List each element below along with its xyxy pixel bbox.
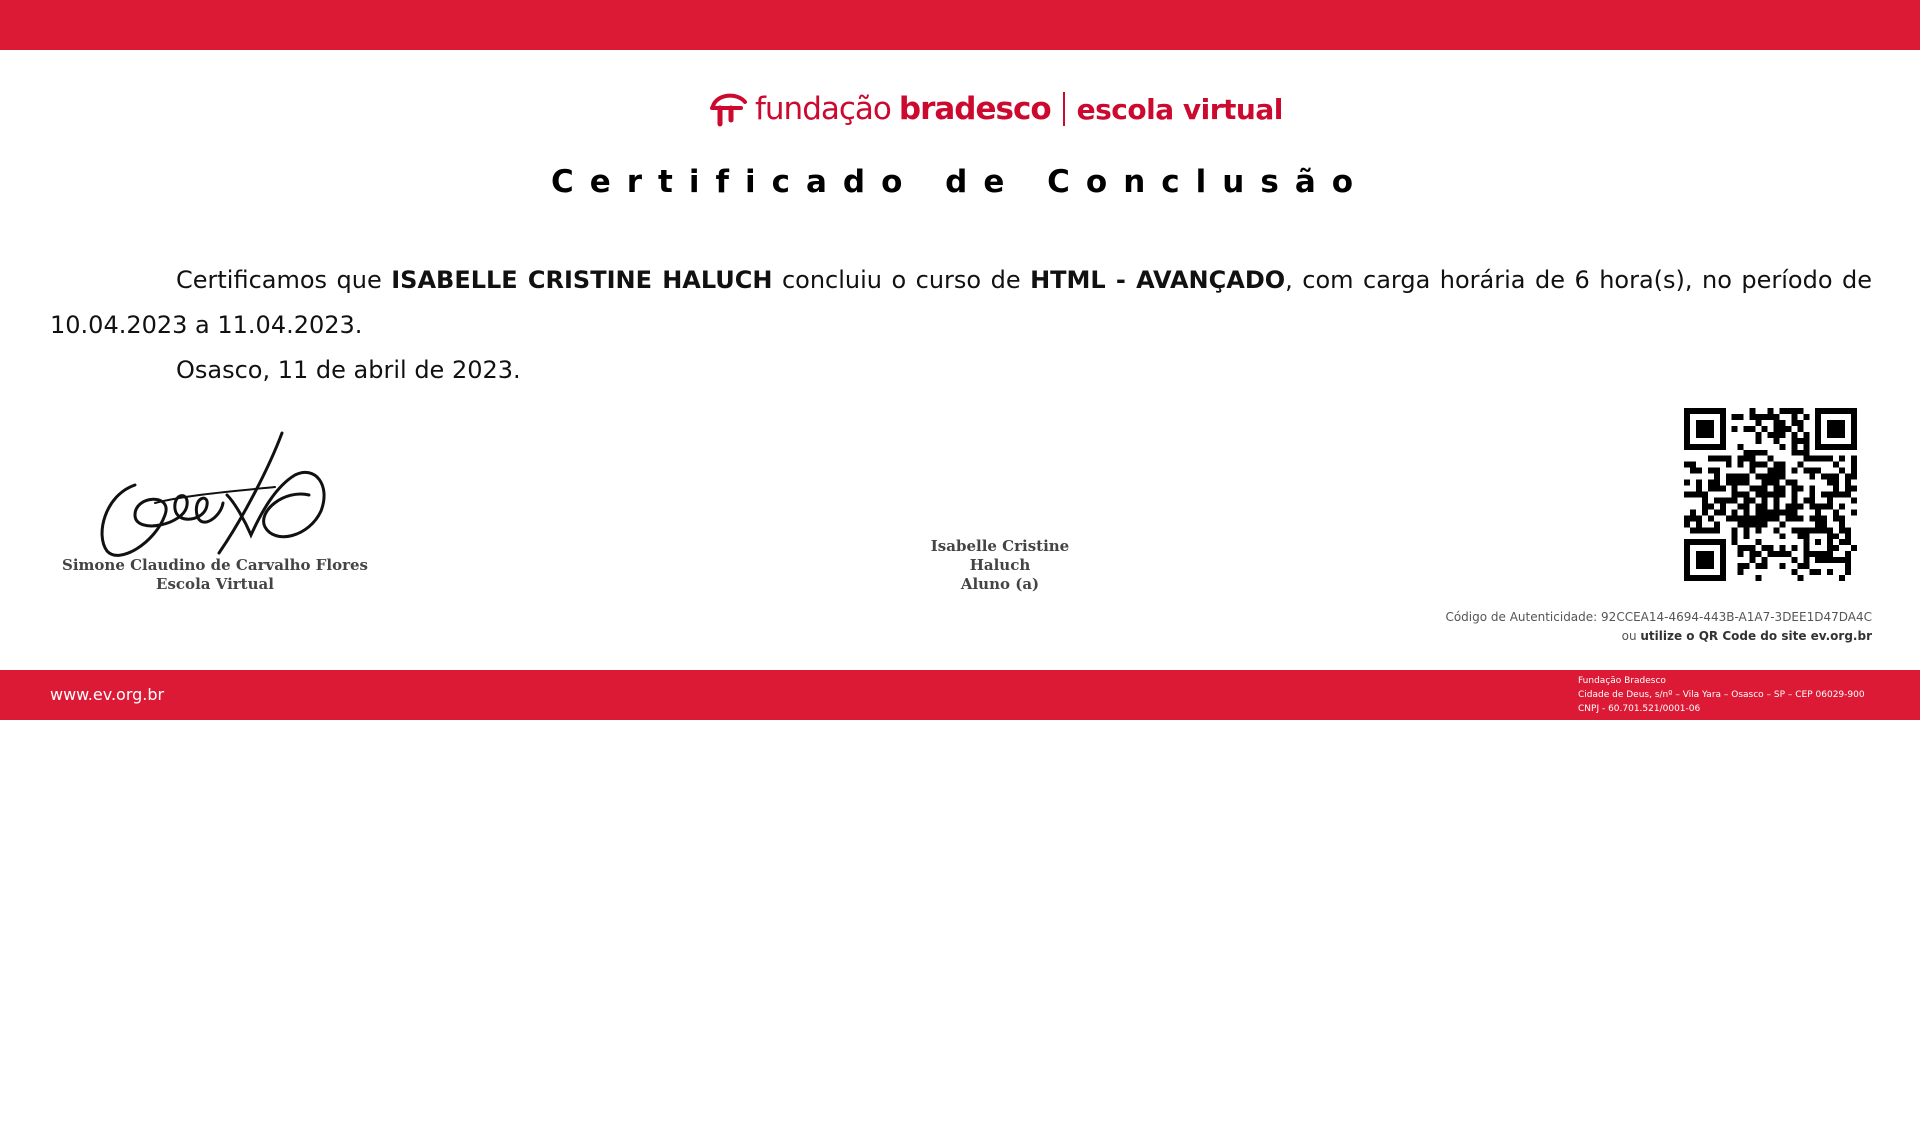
- student-name-line1: Isabelle Cristine: [930, 537, 1070, 555]
- signature-image: [95, 425, 335, 565]
- logo-fundacao: fundação: [755, 91, 892, 127]
- handwritten-signature-icon: [100, 431, 326, 557]
- certificate-body: Certificamos que ISABELLE CRISTINE HALUC…: [50, 258, 1872, 393]
- logo-separator: [1062, 92, 1065, 126]
- auth-hint-text: utilize o QR Code do site ev.org.br: [1640, 629, 1872, 643]
- auth-hint-prefix: ou: [1621, 629, 1641, 643]
- authenticity-hint: ou utilize o QR Code do site ev.org.br: [1445, 627, 1872, 646]
- auth-code: 92CCEA14-4694-443B-A1A7-3DEE1D47DA4C: [1601, 610, 1872, 624]
- signatory: Simone Claudino de Carvalho Flores Escol…: [40, 556, 390, 594]
- student-role: Aluno (a): [960, 575, 1040, 593]
- footer-address: Fundação Bradesco Cidade de Deus, s/nº –…: [1578, 674, 1865, 716]
- logo-escola-virtual: escola virtual: [1076, 92, 1284, 126]
- auth-label: Código de Autenticidade:: [1445, 610, 1598, 624]
- logo-bradesco: bradesco: [898, 91, 1052, 127]
- student-signature: Isabelle Cristine Haluch Aluno (a): [850, 537, 1150, 594]
- authenticity-code: Código de Autenticidade: 92CCEA14-4694-4…: [1445, 608, 1872, 627]
- certificate: fundação bradesco escola virtual Certifi…: [0, 0, 1920, 720]
- certificate-statement: Certificamos que ISABELLE CRISTINE HALUC…: [50, 258, 1872, 348]
- signatory-name: Simone Claudino de Carvalho Flores: [62, 556, 368, 574]
- statement-intro: Certificamos que: [176, 266, 392, 294]
- bradesco-logo-icon: [710, 93, 747, 127]
- qr-code-icon: [1684, 408, 1857, 581]
- course-name: HTML - AVANÇADO: [1030, 266, 1286, 294]
- certificate-title: Certificado de Conclusão: [550, 164, 1370, 200]
- footer-site-link[interactable]: www.ev.org.br: [50, 685, 164, 704]
- student-name: ISABELLE CRISTINE HALUCH: [391, 266, 773, 294]
- statement-mid: concluiu o curso de: [772, 266, 1031, 294]
- student-name-line2: Haluch: [969, 556, 1031, 574]
- footer-cnpj: CNPJ - 60.701.521/0001-06: [1578, 704, 1701, 714]
- logo: fundação bradesco escola virtual: [0, 84, 1920, 134]
- logo-inner: fundação bradesco escola virtual: [707, 84, 1283, 134]
- signatory-role: Escola Virtual: [156, 575, 274, 593]
- footer-street: Cidade de Deus, s/nº – Vila Yara – Osasc…: [1578, 690, 1865, 700]
- authenticity-block: Código de Autenticidade: 92CCEA14-4694-4…: [1445, 608, 1872, 646]
- footer-org: Fundação Bradesco: [1578, 676, 1666, 686]
- top-red-band: [0, 0, 1920, 50]
- place-date: Osasco, 11 de abril de 2023.: [176, 356, 521, 384]
